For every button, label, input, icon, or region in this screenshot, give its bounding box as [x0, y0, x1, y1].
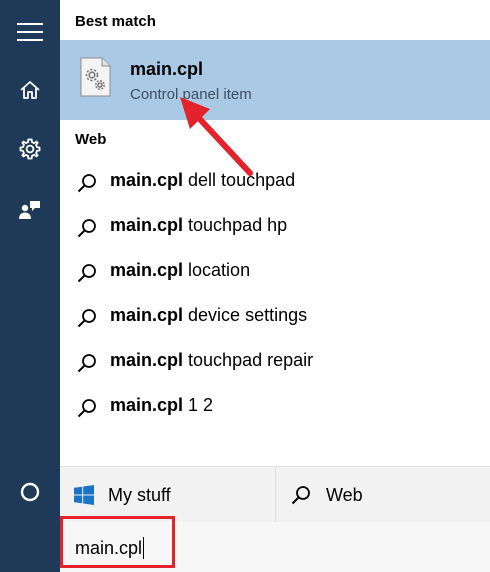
gear-icon	[19, 138, 41, 160]
hamburger-menu-button[interactable]	[0, 8, 60, 56]
search-icon	[77, 174, 96, 193]
web-suggestion[interactable]: main.cpl location	[60, 250, 490, 295]
web-suggestion-text: main.cpl dell touchpad	[110, 170, 296, 190]
best-match-result[interactable]: main.cpl Control panel item	[60, 40, 490, 120]
search-icon	[291, 486, 310, 505]
search-scope-bar: My stuff Web	[60, 466, 490, 523]
best-match-subtitle: Control panel item	[130, 86, 252, 103]
settings-button[interactable]	[0, 125, 60, 173]
best-match-heading: Best match	[75, 13, 156, 30]
web-scope-button[interactable]: Web	[275, 467, 490, 523]
cortana-button[interactable]	[0, 468, 60, 516]
web-suggestion-text: main.cpl 1 2	[110, 395, 214, 415]
feedback-person-icon	[19, 201, 40, 219]
search-icon	[77, 264, 96, 283]
feedback-button[interactable]	[0, 186, 60, 234]
web-scope-label: Web	[326, 484, 363, 505]
hamburger-menu-icon	[17, 23, 43, 41]
web-suggestion[interactable]: main.cpl touchpad hp	[60, 205, 490, 250]
web-heading: Web	[75, 131, 107, 148]
search-icon	[77, 219, 96, 238]
left-rail	[0, 0, 60, 572]
web-suggestion-text: main.cpl device settings	[110, 305, 308, 325]
web-suggestion[interactable]: main.cpl dell touchpad	[60, 160, 490, 205]
web-suggestion-text: main.cpl touchpad repair	[110, 350, 314, 370]
web-suggestion[interactable]: main.cpl device settings	[60, 295, 490, 340]
web-suggestion-text: main.cpl location	[110, 260, 251, 280]
best-match-title: main.cpl	[130, 59, 204, 79]
windows-logo-icon	[74, 485, 94, 505]
search-input-value: main.cpl	[75, 537, 145, 559]
my-stuff-label: My stuff	[108, 484, 171, 505]
search-icon	[77, 354, 96, 373]
search-input[interactable]: main.cpl	[60, 522, 490, 572]
home-button[interactable]	[0, 66, 60, 114]
search-icon	[77, 399, 96, 418]
text-caret	[143, 537, 145, 559]
web-suggestion[interactable]: main.cpl 1 2	[60, 385, 490, 430]
search-icon	[77, 309, 96, 328]
control-panel-gear-file-icon	[78, 57, 112, 102]
web-suggestion[interactable]: main.cpl touchpad repair	[60, 340, 490, 385]
web-suggestion-text: main.cpl touchpad hp	[110, 215, 288, 235]
my-stuff-button[interactable]: My stuff	[60, 467, 274, 523]
search-results-panel: Best match main.cpl Control panel item W…	[60, 0, 490, 572]
cortana-circle-icon	[20, 482, 40, 502]
home-icon	[20, 81, 40, 99]
